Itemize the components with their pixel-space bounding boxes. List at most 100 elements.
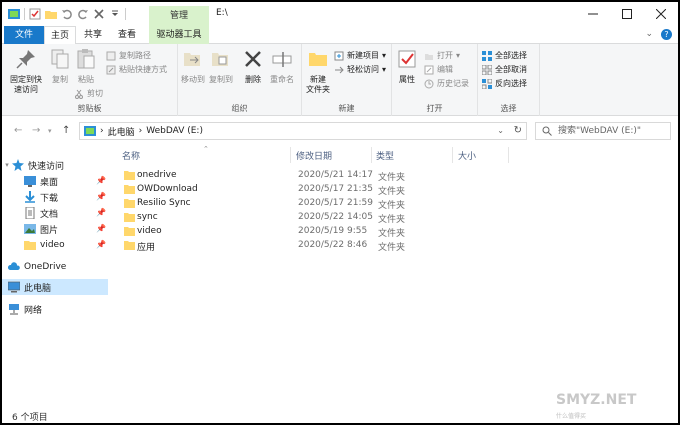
pin-icon[interactable]: 📌 bbox=[96, 176, 106, 185]
address-bar[interactable]: › 此电脑 › WebDAV (E:) ⌄ ↻ bbox=[79, 122, 527, 140]
nav-this-pc[interactable]: 此电脑 bbox=[2, 279, 108, 295]
edit-button[interactable]: 编辑 bbox=[424, 64, 453, 75]
select-none-icon bbox=[482, 64, 492, 75]
file-name: 应用 bbox=[137, 243, 156, 253]
copy-button[interactable]: 复制 bbox=[48, 48, 72, 85]
select-none-button[interactable]: 全部取消 bbox=[482, 64, 527, 75]
group-organize-label: 组织 bbox=[231, 104, 248, 113]
pin-icon[interactable]: 📌 bbox=[96, 240, 106, 249]
select-all-button[interactable]: 全部选择 bbox=[482, 50, 527, 61]
delete-x-icon[interactable] bbox=[93, 8, 105, 20]
nav-network[interactable]: 网络 bbox=[2, 301, 108, 317]
expanded-arrow-icon[interactable]: ▾ bbox=[2, 161, 12, 169]
breadcrumb-this-pc[interactable]: 此电脑 bbox=[108, 125, 135, 138]
pin-quick-access-button[interactable]: 固定到快 速访问 bbox=[6, 48, 46, 95]
pin-icon bbox=[16, 50, 35, 69]
minimize-button[interactable] bbox=[576, 2, 610, 26]
new-folder-icon[interactable] bbox=[45, 8, 57, 20]
picture-icon bbox=[24, 224, 36, 234]
paste-shortcut-button[interactable]: 粘贴快捷方式 bbox=[106, 64, 167, 75]
nav-item-label: 下载 bbox=[40, 193, 59, 204]
undo-icon[interactable] bbox=[61, 8, 73, 20]
nav-onedrive[interactable]: OneDrive bbox=[2, 259, 108, 275]
column-divider[interactable] bbox=[508, 147, 509, 163]
address-dropdown-icon[interactable]: ⌄ bbox=[497, 126, 504, 135]
new-item-button[interactable]: 新建项目 ▾ bbox=[334, 50, 386, 61]
properties-button[interactable]: 属性 bbox=[396, 48, 418, 85]
properties-label: 属性 bbox=[399, 75, 415, 84]
file-row[interactable]: video 2020/5/19 9:55 文件夹 bbox=[122, 225, 412, 239]
pin-icon[interactable]: 📌 bbox=[96, 208, 106, 217]
rename-icon bbox=[272, 52, 292, 67]
easy-access-icon bbox=[335, 66, 344, 73]
file-date: 2020/5/17 21:35 bbox=[298, 184, 373, 194]
expand-ribbon-icon[interactable]: ⌄ bbox=[645, 29, 653, 40]
file-row[interactable]: onedrive 2020/5/21 14:17 文件夹 bbox=[122, 169, 412, 183]
column-date[interactable]: 修改日期 bbox=[296, 149, 332, 162]
history-button[interactable]: 历史记录 bbox=[424, 78, 469, 89]
nav-item-downloads[interactable]: 下载 📌 bbox=[2, 189, 108, 205]
up-button[interactable]: ↑ bbox=[62, 125, 70, 136]
file-row[interactable]: OWDownload 2020/5/17 21:35 文件夹 bbox=[122, 183, 412, 197]
rename-button[interactable]: 重命名 bbox=[268, 48, 296, 85]
column-type[interactable]: 类型 bbox=[376, 149, 394, 162]
recent-locations-button[interactable]: ▾ bbox=[48, 127, 52, 135]
tab-view[interactable]: 查看 bbox=[112, 26, 142, 44]
scissors-icon bbox=[75, 89, 83, 99]
nav-item-video[interactable]: video 📌 bbox=[2, 237, 108, 253]
pin-icon[interactable]: 📌 bbox=[96, 192, 106, 201]
column-size[interactable]: 大小 bbox=[458, 149, 476, 162]
file-row[interactable]: sync 2020/5/22 14:05 文件夹 bbox=[122, 211, 412, 225]
nav-item-label: 图片 bbox=[40, 225, 59, 236]
address-row: ← → ▾ ↑ › 此电脑 › WebDAV (E:) ⌄ ↻ 搜索"WebDA… bbox=[2, 117, 678, 145]
tab-share[interactable]: 共享 bbox=[78, 26, 108, 44]
minimize-icon bbox=[588, 13, 598, 15]
breadcrumb-webdav[interactable]: WebDAV (E:) bbox=[146, 126, 203, 136]
nav-item-desktop[interactable]: 桌面 📌 bbox=[2, 173, 108, 189]
properties-icon[interactable] bbox=[29, 8, 41, 20]
customize-qat-icon[interactable] bbox=[109, 8, 121, 20]
tab-home[interactable]: 主页 bbox=[44, 26, 76, 45]
nav-item-documents[interactable]: 文档 📌 bbox=[2, 205, 108, 221]
copy-icon bbox=[51, 49, 69, 69]
close-button[interactable] bbox=[644, 2, 678, 26]
cut-label: 剪切 bbox=[87, 89, 103, 98]
move-to-button[interactable]: 移动到 bbox=[180, 48, 206, 85]
invert-selection-button[interactable]: 反向选择 bbox=[482, 78, 527, 89]
open-icon bbox=[425, 53, 433, 60]
column-divider[interactable] bbox=[452, 147, 453, 163]
forward-button[interactable]: → bbox=[32, 125, 40, 136]
new-folder-button[interactable]: 新建 文件夹 bbox=[304, 48, 332, 95]
explorer-window: 管理 E:\ 文件 主页 共享 查看 驱动器工具 ⌄ ? 固定到快 速访问 复制… bbox=[2, 2, 678, 423]
delete-button[interactable]: 删除 bbox=[242, 48, 264, 85]
copy-path-button[interactable]: 复制路径 bbox=[106, 50, 151, 61]
file-row[interactable]: 应用 2020/5/22 8:46 文件夹 bbox=[122, 239, 412, 253]
cut-button[interactable]: 剪切 bbox=[74, 88, 103, 99]
column-name[interactable]: 名称 bbox=[122, 149, 140, 162]
maximize-icon bbox=[622, 9, 632, 19]
open-button[interactable]: 打开 ▾ bbox=[424, 50, 460, 61]
help-icon[interactable]: ? bbox=[661, 29, 672, 40]
tab-file[interactable]: 文件 bbox=[4, 26, 44, 44]
maximize-button[interactable] bbox=[610, 2, 644, 26]
copy-to-button[interactable]: 复制到 bbox=[208, 48, 234, 85]
column-divider[interactable] bbox=[371, 147, 372, 163]
nav-item-pictures[interactable]: 图片 📌 bbox=[2, 221, 108, 237]
paste-button[interactable]: 粘贴 bbox=[74, 48, 98, 85]
easy-access-button[interactable]: 轻松访问 ▾ bbox=[334, 64, 386, 75]
desktop-icon bbox=[24, 176, 36, 187]
search-input[interactable]: 搜索"WebDAV (E:)" bbox=[535, 122, 671, 140]
file-row[interactable]: Resilio Sync 2020/5/17 21:59 文件夹 bbox=[122, 197, 412, 211]
column-divider[interactable] bbox=[290, 147, 291, 163]
pin-icon[interactable]: 📌 bbox=[96, 224, 106, 233]
copy-path-icon bbox=[106, 51, 116, 60]
tab-drive-tools[interactable]: 驱动器工具 bbox=[149, 26, 209, 44]
back-button[interactable]: ← bbox=[14, 125, 22, 136]
nav-quick-access[interactable]: ▾ 快速访问 bbox=[2, 157, 108, 173]
folder-icon bbox=[124, 241, 135, 250]
refresh-icon[interactable]: ↻ bbox=[514, 125, 522, 136]
redo-icon[interactable] bbox=[77, 8, 89, 20]
file-name: video bbox=[137, 226, 162, 236]
nav-item-label: 文档 bbox=[40, 209, 59, 220]
file-date: 2020/5/22 14:05 bbox=[298, 212, 373, 222]
